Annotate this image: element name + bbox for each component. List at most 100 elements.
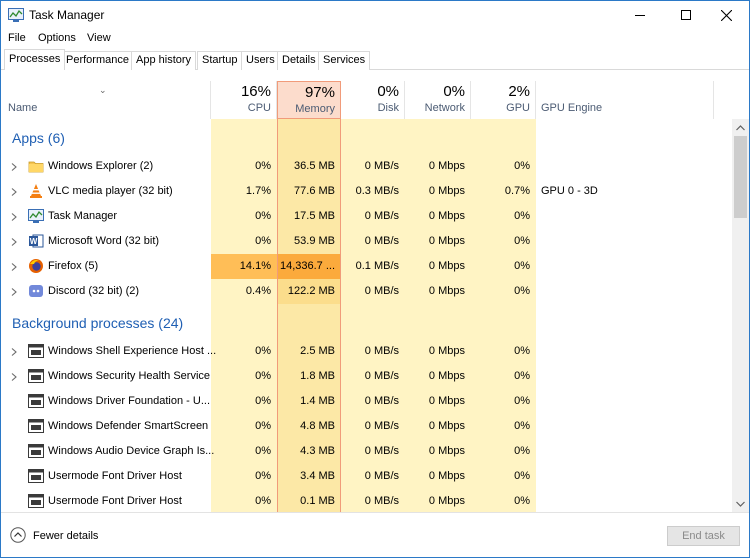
app-window-icon (28, 368, 44, 384)
scroll-up-button[interactable] (732, 119, 749, 136)
cpu-cell: 14.1% (239, 260, 271, 272)
gpu-cell: 0% (514, 235, 530, 247)
memory-cell: 3.4 MB (300, 470, 335, 482)
end-task-button[interactable]: End task (667, 526, 740, 546)
disk-percent: 0% (377, 83, 399, 100)
process-row[interactable]: Usermode Font Driver Host 0% 0.1 MB 0 MB/s 0… (1, 489, 732, 512)
column-header-gpu-engine[interactable]: GPU Engine (536, 81, 714, 119)
vlc-icon (28, 183, 44, 199)
process-row[interactable]: W Microsoft Word (32 bit) 0% 53.9 MB 0 MB/s 0… (1, 229, 732, 254)
disk-cell: 0 MB/s (364, 160, 399, 172)
fewer-details-icon[interactable] (10, 527, 26, 543)
scroll-thumb[interactable] (734, 136, 747, 218)
process-table: Apps (6) Windows Explorer (2) 0% 36.5 MB 0 M… (1, 119, 732, 512)
window-title: Task Manager (29, 8, 105, 22)
network-cell: 0 Mbps (428, 420, 465, 432)
memory-percent: 97% (304, 84, 335, 101)
cpu-cell: 1.7% (245, 185, 271, 197)
task-manager-icon (8, 8, 24, 22)
process-name: Firefox (5) (48, 260, 99, 272)
tab-users[interactable]: Users (241, 51, 280, 70)
column-header-memory[interactable]: 97% Memory (277, 81, 341, 119)
group-header-background[interactable]: Background processes (24) (12, 315, 183, 331)
network-cell: 0 Mbps (428, 495, 465, 507)
disk-cell: 0 MB/s (364, 470, 399, 482)
expand-chevron-icon[interactable] (10, 212, 18, 221)
menu-file[interactable]: File (8, 32, 26, 44)
minimize-icon (635, 15, 645, 16)
tab-app-history[interactable]: App history (131, 51, 197, 70)
process-row[interactable]: Windows Shell Experience Host ... 0% 2.5 M… (1, 339, 732, 364)
process-row[interactable]: Windows Security Health Service 0% 1.8 MB 0… (1, 364, 732, 389)
menu-bar: File Options View (1, 29, 749, 49)
menu-options[interactable]: Options (38, 32, 76, 44)
tab-services[interactable]: Services (318, 51, 371, 70)
close-button[interactable] (703, 1, 749, 29)
expand-chevron-icon[interactable] (10, 237, 18, 246)
cpu-percent: 16% (240, 83, 271, 100)
memory-cell: 2.5 MB (300, 345, 335, 357)
process-row[interactable]: Usermode Font Driver Host 0% 3.4 MB 0 MB/s 0… (1, 464, 732, 489)
process-name: Task Manager (48, 210, 118, 222)
network-percent: 0% (443, 83, 465, 100)
cpu-cell: 0% (255, 395, 271, 407)
disk-cell: 0 MB/s (364, 370, 399, 382)
tab-strip: Processes Performance App history Startu… (1, 49, 749, 70)
expand-chevron-icon[interactable] (10, 162, 18, 171)
disk-cell: 0 MB/s (364, 345, 399, 357)
process-name: Discord (32 bit) (2) (48, 285, 140, 297)
process-row[interactable]: Task Manager 0% 17.5 MB 0 MB/s 0 Mbps 0% (1, 204, 732, 229)
gpu-cell: 0% (514, 210, 530, 222)
process-row[interactable]: Firefox (5) 14.1% 14,336.7 ... 0.1 MB/s 0 Mb… (1, 254, 732, 279)
column-header-network[interactable]: 0% Network (405, 81, 471, 119)
scroll-down-button[interactable] (732, 495, 749, 512)
vertical-scrollbar[interactable] (732, 119, 749, 512)
footer-bar: Fewer details End task (1, 512, 749, 557)
process-row[interactable]: VLC media player (32 bit) 1.7% 77.6 MB 0.3 … (1, 179, 732, 204)
memory-cell: 36.5 MB (294, 160, 335, 172)
group-header-apps[interactable]: Apps (6) (12, 130, 65, 146)
gpu-cell: 0% (514, 395, 530, 407)
column-header-gpu[interactable]: 2% GPU (471, 81, 536, 119)
process-row[interactable]: Windows Defender SmartScreen 0% 4.8 MB 0 MB… (1, 414, 732, 439)
minimize-button[interactable] (617, 1, 663, 29)
app-window-icon (28, 418, 44, 434)
firefox-icon (28, 258, 44, 274)
process-name: Windows Audio Device Graph Is... (48, 445, 215, 457)
tab-startup[interactable]: Startup (197, 51, 243, 70)
cpu-cell: 0% (255, 470, 271, 482)
gpu-cell: 0% (514, 260, 530, 272)
expand-chevron-icon[interactable] (10, 372, 18, 381)
tab-processes[interactable]: Processes (4, 49, 66, 70)
expand-chevron-icon[interactable] (10, 347, 18, 356)
process-name: Usermode Font Driver Host (48, 495, 182, 507)
column-header-cpu[interactable]: 16% CPU (211, 81, 277, 119)
column-header-disk[interactable]: 0% Disk (341, 81, 405, 119)
process-row[interactable]: Windows Explorer (2) 0% 36.5 MB 0 MB/s 0 Mbp… (1, 154, 732, 179)
expand-chevron-icon[interactable] (10, 287, 18, 296)
menu-view[interactable]: View (87, 32, 111, 44)
app-window-icon (28, 393, 44, 409)
process-row[interactable]: Discord (32 bit) (2) 0.4% 122.2 MB 0 MB/s 0 … (1, 279, 732, 304)
title-bar[interactable]: Task Manager (1, 1, 749, 29)
cpu-cell: 0% (255, 345, 271, 357)
process-row[interactable]: Windows Driver Foundation - U... 0% 1.4 MB… (1, 389, 732, 414)
disk-cell: 0 MB/s (364, 445, 399, 457)
fewer-details-link[interactable]: Fewer details (33, 530, 98, 542)
network-label: Network (424, 102, 465, 114)
network-cell: 0 Mbps (428, 445, 465, 457)
memory-cell: 0.1 MB (300, 495, 335, 507)
expand-chevron-icon[interactable] (10, 262, 18, 271)
expand-chevron-icon[interactable] (10, 187, 18, 196)
network-cell: 0 Mbps (428, 260, 465, 272)
column-header-name[interactable]: ⌄ Name (1, 81, 211, 119)
tab-performance[interactable]: Performance (61, 51, 134, 70)
gpu-cell: 0% (514, 345, 530, 357)
memory-label: Memory (295, 103, 335, 115)
gpu-cell: 0% (514, 370, 530, 382)
network-cell: 0 Mbps (428, 210, 465, 222)
tab-details[interactable]: Details (277, 51, 321, 70)
scroll-down-icon (736, 501, 745, 507)
column-header-row: ⌄ Name 16% CPU 97% Memory 0% Disk 0% Net… (1, 81, 749, 119)
process-row[interactable]: Windows Audio Device Graph Is... 0% 4.3 MB… (1, 439, 732, 464)
